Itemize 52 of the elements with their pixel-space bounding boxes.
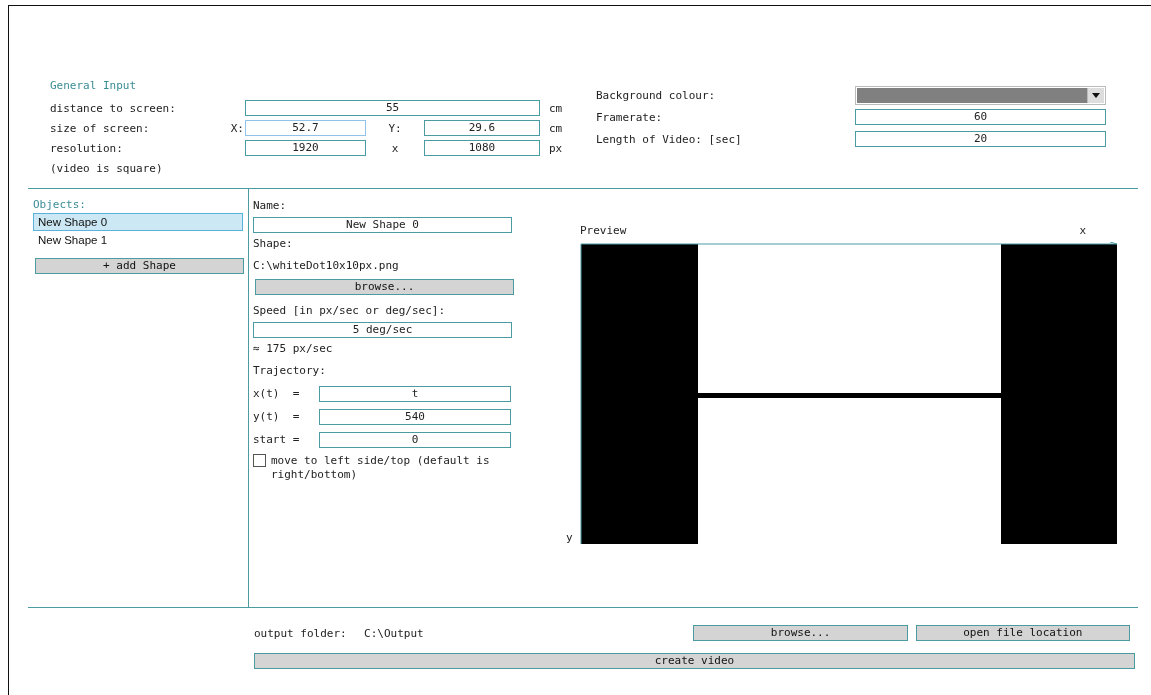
- unit-label: cm: [548, 101, 564, 115]
- axis-label: y: [566, 531, 574, 544]
- input-field[interactable]: 29.6: [424, 120, 540, 136]
- unit-label: px: [548, 141, 564, 155]
- open-location-button[interactable]: open file location: [915, 625, 1130, 641]
- browse-button[interactable]: browse...: [693, 625, 908, 641]
- unit-label: cm: [548, 121, 564, 135]
- checkbox[interactable]: [253, 454, 266, 467]
- input-field[interactable]: New Shape 0: [253, 217, 512, 233]
- field-label: Speed [in px/sec or deg/sec]:: [253, 303, 447, 319]
- input-field[interactable]: 540: [319, 408, 511, 425]
- note-text: (video is square): [50, 161, 164, 175]
- input-field[interactable]: 0: [319, 431, 511, 448]
- file-path: C:\whiteDot10x10px.png: [253, 258, 400, 274]
- field-label: resolution:: [50, 141, 124, 155]
- checkbox-label: move to left side/top (default is right/bottom): [271, 454, 491, 482]
- input-field[interactable]: 20: [855, 131, 1106, 147]
- field-label: x(t) =: [253, 387, 301, 400]
- field-label: start =: [253, 433, 301, 446]
- field-label: Y:: [387, 121, 403, 135]
- field-label: Shape:: [253, 236, 294, 252]
- field-label: output folder:: [254, 626, 348, 640]
- create-video-button[interactable]: create video: [254, 653, 1135, 669]
- caret-icon: [1092, 92, 1100, 98]
- section-title: Objects:: [33, 197, 87, 213]
- field-label: Trajectory:: [253, 363, 327, 379]
- input-field[interactable]: 60: [855, 109, 1106, 125]
- field-label: y(t) =: [253, 410, 301, 423]
- field-label: Background colour:: [596, 88, 717, 102]
- list-item[interactable]: New Shape 0: [33, 213, 243, 231]
- section-title: General Input: [50, 78, 138, 94]
- browse-button[interactable]: browse...: [255, 279, 514, 295]
- input-field[interactable]: 1080: [424, 140, 540, 156]
- speed-text: ≈ 175 px/sec: [253, 341, 334, 357]
- preview-title: Preview: [580, 224, 627, 237]
- colour-dropdown[interactable]: [855, 85, 1106, 105]
- list-item[interactable]: New Shape 1: [33, 231, 243, 249]
- field-label: Length of Video: [sec]: [596, 132, 743, 146]
- separator-label: x: [390, 141, 400, 155]
- axis-label: x: [1079, 224, 1086, 237]
- field-label: Framerate:: [596, 110, 664, 124]
- folder-path: C:\Output: [364, 626, 425, 640]
- input-field[interactable]: t: [319, 385, 511, 402]
- input-field[interactable]: 52.7: [245, 120, 366, 136]
- input-field[interactable]: 1920: [245, 140, 366, 156]
- field-label: distance to screen:: [50, 101, 177, 115]
- input-field[interactable]: 5 deg/sec: [253, 322, 512, 338]
- field-label: X:: [230, 121, 245, 135]
- field-label: Name:: [253, 198, 288, 214]
- add-shape-button[interactable]: + add Shape: [35, 258, 244, 274]
- input-field[interactable]: 55: [245, 100, 540, 116]
- field-label: size of screen:: [50, 121, 151, 135]
